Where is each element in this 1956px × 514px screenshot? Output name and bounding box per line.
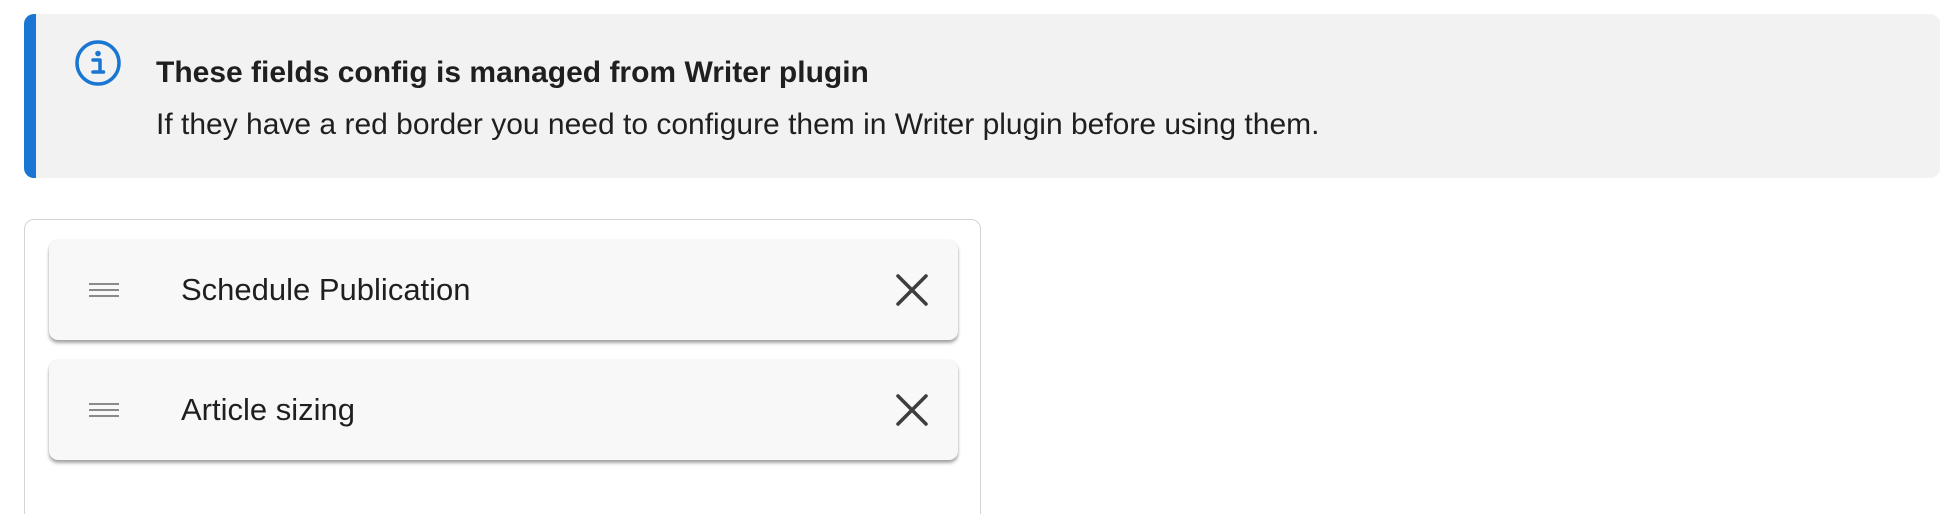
field-item-schedule-publication[interactable]: Schedule Publication [49, 240, 958, 340]
field-list: Schedule Publication Article sizing [24, 219, 981, 514]
drag-handle-icon[interactable] [89, 399, 119, 421]
remove-field-button[interactable] [892, 270, 932, 310]
field-item-label: Article sizing [181, 392, 355, 427]
field-item-label: Schedule Publication [181, 272, 471, 307]
page: These fields config is managed from Writ… [0, 0, 1956, 514]
info-banner-text: These fields config is managed from Writ… [156, 54, 1900, 144]
close-icon [896, 274, 928, 306]
field-item-article-sizing[interactable]: Article sizing [49, 360, 958, 460]
close-icon [896, 394, 928, 426]
info-banner: These fields config is managed from Writ… [24, 14, 1940, 178]
drag-handle-icon[interactable] [89, 279, 119, 301]
info-circle-icon [74, 39, 122, 87]
info-banner-body: If they have a red border you need to co… [156, 108, 1320, 141]
remove-field-button[interactable] [892, 390, 932, 430]
info-banner-title: These fields config is managed from Writ… [156, 56, 869, 89]
info-banner-accent [24, 14, 36, 178]
